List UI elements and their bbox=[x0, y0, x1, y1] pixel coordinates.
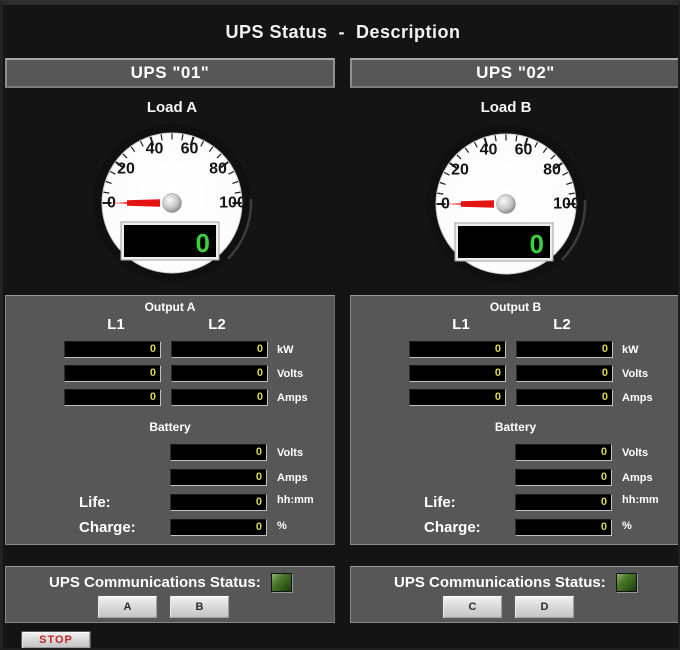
svg-text:60: 60 bbox=[181, 141, 199, 158]
battery-a-volts-display: 0 bbox=[170, 444, 267, 461]
battery-b-life-display: 0 bbox=[515, 494, 612, 511]
battery-a-charge-display: 0 bbox=[170, 519, 267, 536]
ups-c-button[interactable]: C bbox=[442, 595, 503, 619]
svg-text:20: 20 bbox=[451, 162, 469, 179]
charge-label: Charge: bbox=[424, 519, 481, 536]
l1-header: L1 bbox=[452, 316, 470, 333]
output-b-panel: Output B L1 L2 0 0 kW 0 0 Volts 0 0 Amps… bbox=[350, 295, 678, 545]
comms-panel-2: UPS Communications Status: C D bbox=[350, 566, 678, 623]
ups-01-header: UPS "01" bbox=[5, 58, 335, 88]
amps-unit-label: Amps bbox=[277, 392, 308, 404]
output-b-volts-l1-display: 0 bbox=[409, 365, 506, 382]
battery-heading: Battery bbox=[494, 420, 537, 434]
output-b-heading: Output B bbox=[489, 300, 542, 314]
page-title: UPS Status - Description bbox=[225, 22, 461, 42]
life-label: Life: bbox=[424, 494, 456, 511]
comms-status-led bbox=[271, 573, 292, 592]
stop-button[interactable]: STOP bbox=[21, 631, 91, 648]
battery-life-unit: hh:mm bbox=[277, 494, 314, 506]
output-a-kw-l2-display: 0 bbox=[171, 341, 268, 358]
output-a-heading: Output A bbox=[144, 300, 196, 314]
gauge-b-title: Load B bbox=[480, 99, 532, 116]
battery-amps-unit: Amps bbox=[622, 472, 653, 484]
gauge-hub bbox=[162, 193, 182, 213]
life-label: Life: bbox=[79, 494, 111, 511]
svg-text:100: 100 bbox=[219, 195, 246, 212]
battery-life-unit: hh:mm bbox=[622, 494, 659, 506]
output-b-kw-l1-display: 0 bbox=[409, 341, 506, 358]
svg-text:100: 100 bbox=[553, 196, 580, 213]
svg-text:80: 80 bbox=[209, 161, 227, 178]
ups-b-button[interactable]: B bbox=[169, 595, 230, 619]
output-a-amps-l1-display: 0 bbox=[64, 389, 161, 406]
comms-status-label: UPS Communications Status: bbox=[394, 574, 606, 591]
ups-status-window: UPS Status - Description UPS "01" UPS "0… bbox=[0, 0, 680, 650]
kw-unit-label: kW bbox=[622, 344, 639, 356]
output-a-volts-l2-display: 0 bbox=[171, 365, 268, 382]
comms-panel-1: UPS Communications Status: A B bbox=[5, 566, 335, 623]
battery-charge-unit: % bbox=[277, 520, 287, 532]
output-b-volts-l2-display: 0 bbox=[516, 365, 613, 382]
comms-status-label: UPS Communications Status: bbox=[49, 574, 261, 591]
battery-heading: Battery bbox=[149, 420, 191, 434]
ups-a-button[interactable]: A bbox=[97, 595, 158, 619]
l1-header: L1 bbox=[107, 316, 125, 333]
battery-amps-unit: Amps bbox=[277, 472, 308, 484]
svg-text:40: 40 bbox=[480, 142, 498, 159]
output-b-kw-l2-display: 0 bbox=[516, 341, 613, 358]
output-a-amps-l2-display: 0 bbox=[171, 389, 268, 406]
battery-volts-unit: Volts bbox=[277, 447, 304, 459]
svg-text:80: 80 bbox=[543, 162, 561, 179]
output-b-amps-l2-display: 0 bbox=[516, 389, 613, 406]
output-b-amps-l1-display: 0 bbox=[409, 389, 506, 406]
load-b-gauge: 0 20 40 60 80 100 0 bbox=[427, 125, 587, 283]
battery-b-charge-display: 0 bbox=[515, 519, 612, 536]
gauge-b-value: 0 bbox=[530, 229, 544, 259]
svg-text:60: 60 bbox=[515, 142, 533, 159]
svg-text:20: 20 bbox=[117, 161, 135, 178]
gauge-hub bbox=[496, 194, 516, 214]
volts-unit-label: Volts bbox=[277, 368, 304, 380]
battery-a-amps-display: 0 bbox=[170, 469, 267, 486]
battery-charge-unit: % bbox=[622, 520, 632, 532]
output-a-volts-l1-display: 0 bbox=[64, 365, 161, 382]
load-a-gauge: 0 20 40 60 80 100 0 bbox=[93, 124, 253, 282]
comms-status-led bbox=[616, 573, 637, 592]
ups-d-button[interactable]: D bbox=[514, 595, 575, 619]
svg-text:40: 40 bbox=[146, 141, 164, 158]
battery-b-volts-display: 0 bbox=[515, 444, 612, 461]
gauge-a-title: Load A bbox=[146, 99, 198, 116]
battery-b-amps-display: 0 bbox=[515, 469, 612, 486]
gauge-a-value: 0 bbox=[196, 228, 210, 258]
battery-volts-unit: Volts bbox=[622, 447, 649, 459]
l2-header: L2 bbox=[553, 316, 571, 333]
kw-unit-label: kW bbox=[277, 344, 294, 356]
volts-unit-label: Volts bbox=[622, 368, 649, 380]
amps-unit-label: Amps bbox=[622, 392, 653, 404]
l2-header: L2 bbox=[208, 316, 226, 333]
charge-label: Charge: bbox=[79, 519, 136, 536]
output-a-kw-l1-display: 0 bbox=[64, 341, 161, 358]
output-a-panel: Output A L1 L2 0 0 kW 0 0 Volts 0 0 Amps… bbox=[5, 295, 335, 545]
ups-02-header: UPS "02" bbox=[350, 58, 678, 88]
battery-a-life-display: 0 bbox=[170, 494, 267, 511]
